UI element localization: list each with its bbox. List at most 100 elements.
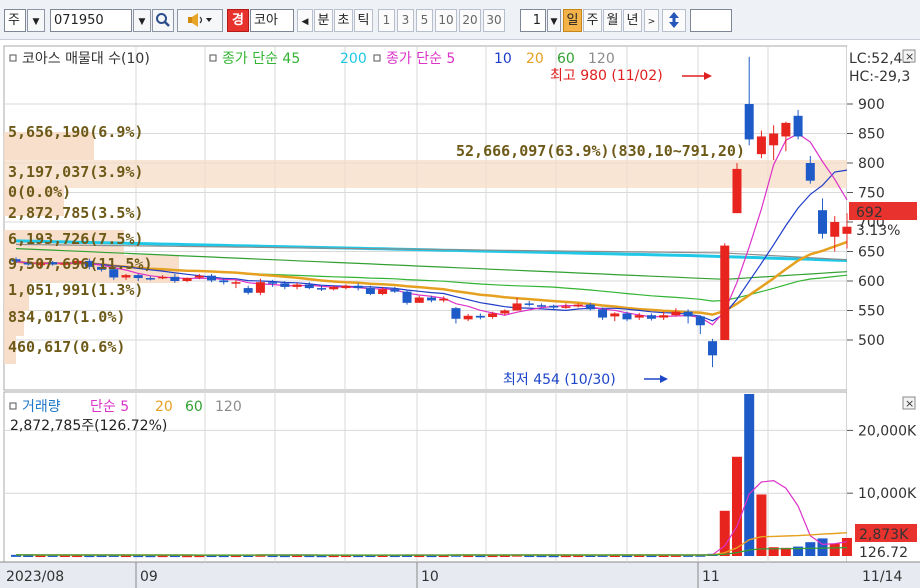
volume-info: 2,872,785주(126.72%) — [10, 418, 167, 434]
stock-name-display[interactable]: 코아 — [250, 9, 294, 32]
interval-button-3[interactable]: 3 — [397, 9, 414, 32]
search-icon — [156, 13, 170, 27]
candle-body — [842, 226, 852, 234]
candle-body — [390, 289, 400, 292]
candle-body — [439, 298, 449, 301]
volume-profile-label: 1,051,991(1.3%) — [8, 281, 143, 299]
y-tick-label: 600 — [858, 274, 885, 290]
candle-body — [426, 297, 436, 301]
extra-input[interactable] — [690, 9, 732, 32]
interval-button-10[interactable]: 10 — [435, 9, 457, 32]
candle-body — [549, 305, 559, 308]
chevron-down-icon: ▼ — [550, 17, 558, 27]
search-button[interactable] — [152, 9, 174, 32]
volume-tick-label: 10,000K — [858, 486, 917, 502]
legend-vol-ma60: 60 — [185, 399, 203, 415]
stock-code-dropdown-arrow[interactable]: ▼ — [133, 9, 151, 32]
candle-body — [683, 311, 693, 317]
interval-dropdown-arrow[interactable]: ▼ — [547, 9, 561, 32]
interval-button-30[interactable]: 30 — [483, 9, 505, 32]
y-tick-label: 650 — [858, 245, 885, 261]
next-button[interactable]: > — [644, 9, 659, 32]
candle-body — [536, 305, 546, 307]
period-week-label: 주 — [586, 13, 599, 28]
minute-label: 분 — [317, 13, 330, 28]
candle-body — [414, 297, 424, 303]
second-button[interactable]: 초 — [334, 9, 353, 32]
legend-ma200: 200 — [340, 51, 367, 67]
candle-body — [671, 311, 681, 316]
interval-label: 30 — [486, 13, 502, 27]
speaker-menu-button[interactable] — [177, 9, 223, 32]
candle-body — [304, 284, 314, 289]
candle-body — [402, 291, 412, 303]
x-label-10: 10 — [421, 569, 439, 585]
candle-body — [610, 313, 620, 317]
legend-ma10: 10 — [494, 51, 512, 67]
y-tick-label: 800 — [858, 156, 885, 172]
warning-badge[interactable]: 경 — [227, 9, 249, 32]
interval-label: 1 — [382, 13, 391, 27]
candle-body — [317, 288, 326, 290]
candle-body — [145, 278, 155, 280]
interval-input[interactable]: 1 — [520, 9, 546, 32]
candle-body — [659, 315, 669, 318]
candle-body — [219, 280, 229, 283]
candle-body — [182, 278, 192, 281]
legend-volume: 거래량 — [22, 399, 61, 415]
period-week-button[interactable]: 주 — [583, 9, 602, 32]
legend-volume-profile: 코아스 매물대 수(10) — [22, 51, 150, 67]
legend-vol-ma120: 120 — [215, 399, 242, 415]
updown-toggle-button[interactable] — [662, 9, 686, 32]
market-type-select[interactable]: 주 — [4, 9, 26, 32]
candle-body — [634, 315, 644, 318]
warning-label: 경 — [232, 13, 244, 28]
candle-body — [463, 315, 473, 320]
candle-body — [329, 286, 339, 290]
candle-body — [769, 133, 779, 146]
volume-bar — [731, 456, 742, 556]
volume-profile-label: 2,872,785(3.5%) — [8, 204, 143, 222]
y-tick-label: 850 — [858, 127, 885, 143]
candle-body — [280, 283, 290, 287]
volume-profile-label: 460,617(0.6%) — [8, 338, 125, 356]
volume-profile-label: 9,507,696(11.5%) — [8, 255, 153, 273]
volume-profile-label: 0(0.0%) — [8, 183, 71, 201]
candle-body — [365, 288, 375, 294]
interval-button-1[interactable]: 1 — [378, 9, 395, 32]
candle-body — [708, 341, 718, 356]
chevron-down-icon: ▼ — [138, 17, 146, 27]
volume-tick-label: 20,000K — [858, 423, 917, 439]
period-month-label: 월 — [606, 13, 619, 28]
volume-bar — [805, 542, 816, 556]
candle-body — [585, 304, 595, 310]
legend-ma120: 120 — [588, 51, 615, 67]
candle-body — [732, 168, 742, 214]
close-icon: × — [905, 50, 914, 63]
period-month-button[interactable]: 월 — [603, 9, 622, 32]
updown-arrow-icon — [669, 12, 679, 28]
candle-body — [353, 285, 363, 289]
volume-profile-label: 5,656,190(6.9%) — [8, 123, 143, 141]
candle-body — [500, 310, 510, 314]
period-day-button[interactable]: 일 — [563, 9, 582, 32]
minute-button[interactable]: 분 — [314, 9, 333, 32]
stock-code-input[interactable]: 071950 — [50, 9, 132, 32]
market-type-dropdown-arrow[interactable]: ▼ — [27, 9, 45, 32]
candle-body — [292, 284, 302, 287]
candle-body — [830, 222, 840, 237]
lc-label: LC:52,42 — [849, 51, 911, 67]
legend-ma5: 종가 단순 5 — [386, 51, 455, 67]
interval-value: 1 — [532, 13, 541, 28]
y-tick-label: 500 — [858, 333, 885, 349]
candle-body — [622, 313, 632, 320]
candle-body — [598, 309, 608, 318]
candle-body — [194, 275, 204, 278]
high-annotation: 최고 980 (11/02) — [550, 68, 663, 84]
tick-button[interactable]: 틱 — [354, 9, 373, 32]
current-change-value: 3.13% — [856, 223, 900, 239]
prev-button[interactable]: ◀ — [297, 9, 313, 32]
period-year-button[interactable]: 년 — [623, 9, 642, 32]
interval-button-20[interactable]: 20 — [459, 9, 481, 32]
interval-button-5[interactable]: 5 — [416, 9, 433, 32]
